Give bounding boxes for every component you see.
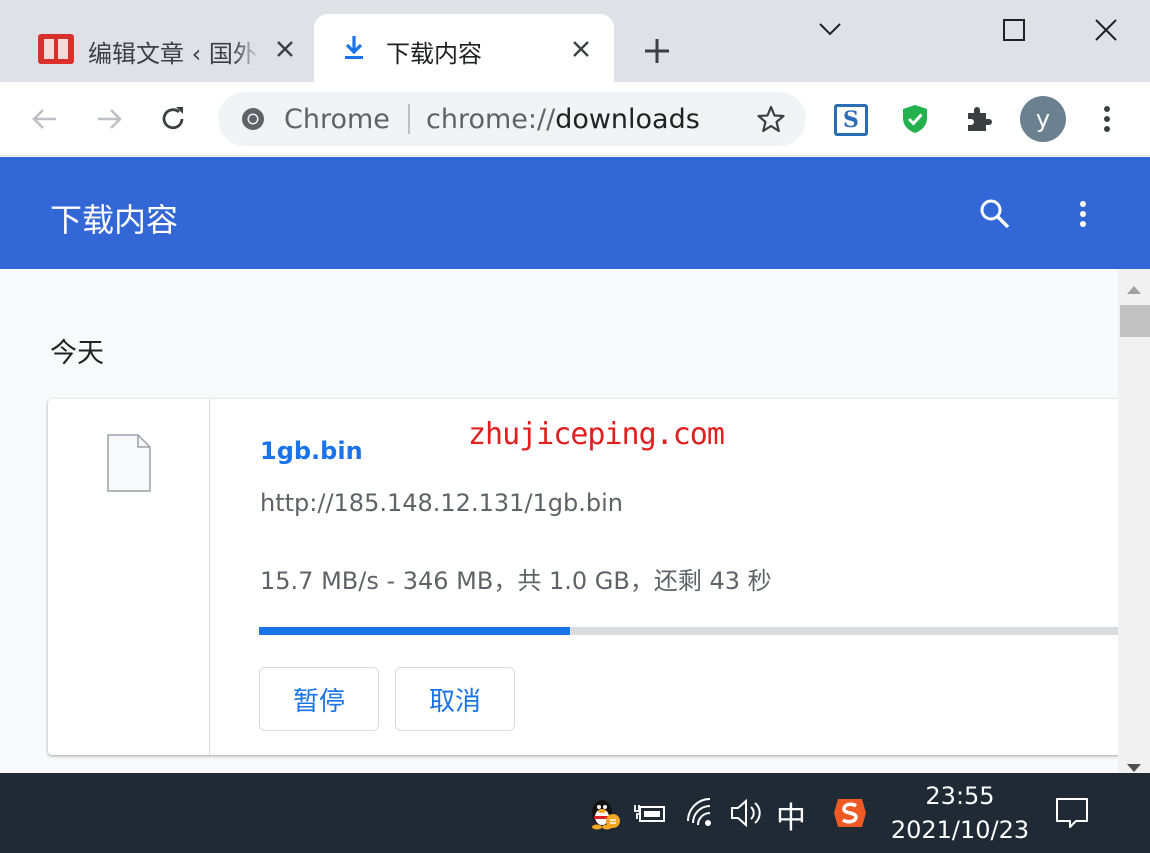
file-icon-column — [48, 399, 210, 755]
chrome-logo-icon — [242, 108, 264, 130]
search-icon[interactable] — [978, 197, 1012, 231]
tab-strip: 编辑文章 ‹ 国外主机测评 下载内容 — [0, 0, 1150, 82]
url-text[interactable]: chrome://downloads — [426, 104, 700, 135]
scrollbar-thumb[interactable] — [1120, 305, 1150, 337]
profile-avatar[interactable]: y — [1020, 96, 1066, 142]
url-path: downloads — [555, 104, 700, 135]
progress-fill — [259, 627, 571, 635]
browser-toolbar: Chrome chrome://downloads S y — [0, 82, 1150, 156]
file-icon — [107, 434, 151, 492]
downloads-list: 今天 1gb.bin zhujiceping.com http://185.14… — [0, 269, 1150, 773]
wifi-icon[interactable] — [684, 795, 720, 831]
clock-date: 2021/10/23 — [890, 816, 1030, 844]
system-clock[interactable]: 23:55 2021/10/23 — [880, 779, 1040, 847]
more-options-icon[interactable] — [1068, 197, 1098, 231]
tab-downloads[interactable]: 下载内容 — [314, 14, 614, 82]
downloads-header: 下载内容 — [0, 157, 1150, 269]
book-favicon-icon — [38, 34, 74, 64]
clock-time: 23:55 — [925, 782, 995, 810]
scroll-up-arrow-icon[interactable] — [1126, 283, 1142, 295]
omnibox-divider — [408, 104, 410, 134]
browser-menu-icon[interactable] — [1090, 102, 1124, 136]
url-scheme: chrome:// — [426, 104, 556, 135]
tab-edit-article[interactable]: 编辑文章 ‹ 国外主机测评 — [0, 14, 314, 82]
file-name-link[interactable]: 1gb.bin — [260, 437, 363, 465]
download-progress-bar — [259, 627, 1150, 635]
date-section-label: 今天 — [50, 338, 104, 369]
address-bar[interactable]: Chrome chrome://downloads — [218, 92, 806, 146]
tab-title: 编辑文章 ‹ 国外主机测评 — [88, 40, 260, 68]
pause-button[interactable]: 暂停 — [259, 667, 379, 731]
close-icon[interactable] — [272, 36, 298, 62]
bookmark-star-icon[interactable] — [756, 104, 786, 134]
page-title: 下载内容 — [50, 201, 179, 239]
volume-icon[interactable] — [728, 795, 764, 831]
extensions-puzzle-icon[interactable] — [962, 102, 996, 136]
sogou-ime-icon[interactable] — [832, 795, 868, 831]
forward-arrow-icon[interactable] — [92, 102, 126, 136]
shield-check-icon[interactable] — [898, 102, 932, 136]
window-close-icon[interactable] — [1088, 12, 1124, 48]
omnibox-chip-label: Chrome — [284, 104, 390, 135]
tab-search-chevron-icon[interactable] — [812, 12, 848, 48]
close-icon[interactable] — [568, 36, 594, 62]
watermark: zhujiceping.com — [468, 417, 725, 452]
back-arrow-icon[interactable] — [28, 102, 62, 136]
ime-language-indicator[interactable]: 中 — [776, 793, 806, 837]
tab-title: 下载内容 — [386, 40, 482, 68]
notification-center-icon[interactable] — [1054, 795, 1090, 831]
vertical-scrollbar[interactable] — [1118, 269, 1150, 773]
new-tab-plus-icon[interactable] — [640, 34, 674, 68]
cancel-button[interactable]: 取消 — [395, 667, 515, 731]
download-item-card: 1gb.bin zhujiceping.com http://185.148.1… — [48, 399, 1150, 755]
extension-s-icon[interactable]: S — [834, 104, 868, 136]
file-source-url[interactable]: http://185.148.12.131/1gb.bin — [260, 489, 623, 517]
battery-plug-icon[interactable] — [632, 795, 668, 831]
reload-icon[interactable] — [156, 102, 190, 136]
windows-taskbar: 中 23:55 2021/10/23 — [0, 773, 1150, 853]
maximize-icon[interactable] — [996, 12, 1032, 48]
qq-penguin-icon[interactable] — [586, 795, 622, 831]
download-status: 15.7 MB/s - 346 MB，共 1.0 GB，还剩 43 秒 — [260, 567, 772, 595]
download-icon — [345, 36, 363, 59]
